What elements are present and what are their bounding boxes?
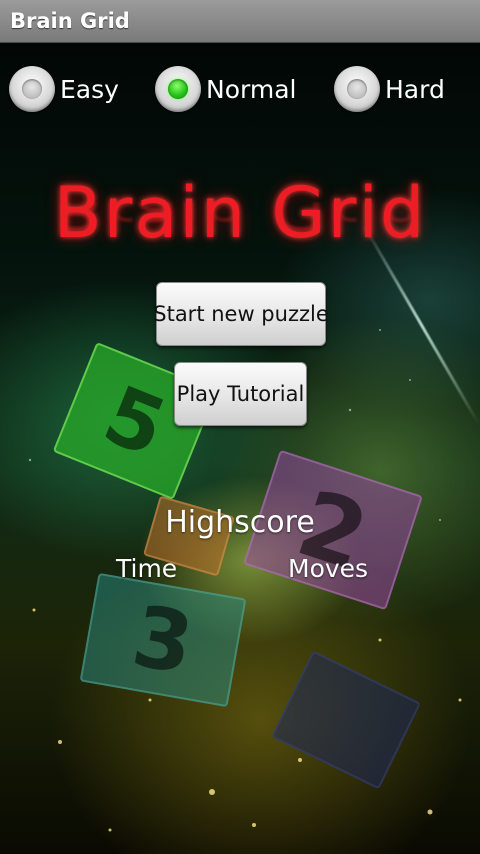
highscore-moves-label: Moves xyxy=(288,554,369,583)
highscore-time-label: Time xyxy=(116,554,178,583)
radio-easy[interactable]: Easy xyxy=(9,62,119,116)
radio-label-hard: Hard xyxy=(385,74,445,104)
radio-label-normal: Normal xyxy=(206,74,297,104)
radio-button-normal[interactable] xyxy=(155,66,201,112)
radio-button-easy[interactable] xyxy=(9,66,55,112)
background-tile-3: 3 xyxy=(79,572,247,708)
play-tutorial-button[interactable]: Play Tutorial xyxy=(174,362,307,426)
radio-label-easy: Easy xyxy=(60,74,119,104)
radio-indicator-hard xyxy=(347,79,367,99)
radio-button-hard[interactable] xyxy=(334,66,380,112)
light-streak xyxy=(362,224,480,426)
app-screen: 5 2 3 Brain Grid Easy Normal Hard Brain … xyxy=(0,0,480,854)
start-new-puzzle-button[interactable]: Start new puzzle xyxy=(153,282,329,346)
difficulty-radio-group: Easy Normal Hard xyxy=(0,62,480,118)
title-bar: Brain Grid xyxy=(0,0,480,43)
radio-hard[interactable]: Hard xyxy=(334,62,445,116)
highscore-heading: Highscore xyxy=(165,505,315,540)
app-title: Brain Grid xyxy=(10,9,130,33)
radio-indicator-normal xyxy=(168,79,188,99)
radio-indicator-easy xyxy=(22,79,42,99)
background-tile-dark xyxy=(271,650,421,790)
radio-normal[interactable]: Normal xyxy=(155,62,296,116)
brain-grid-logo-reflection: Brain Grid xyxy=(53,202,427,236)
